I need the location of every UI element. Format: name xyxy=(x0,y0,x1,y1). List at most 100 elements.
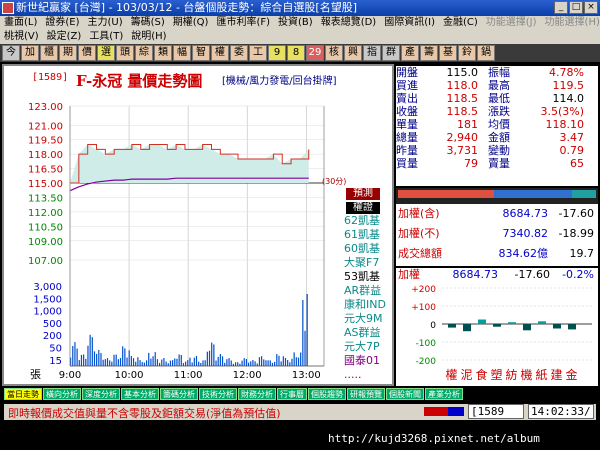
broker-item[interactable]: 元大7P xyxy=(344,340,396,354)
menu-item[interactable]: 匯市利率(F) xyxy=(212,16,274,30)
toolbar-button[interactable]: 選 xyxy=(97,45,115,61)
price-volume-chart[interactable]: 9:00 10:00 11:00 12:00 13:00 123.00 121.00 119.… xyxy=(4,66,392,384)
volume-bar xyxy=(213,344,215,366)
sector-label: 紙 xyxy=(535,368,548,382)
ask-depth-segment xyxy=(494,190,572,198)
analysis-tab[interactable]: 個股趨勢 xyxy=(308,388,346,400)
menu-item[interactable]: 金融(C) xyxy=(439,16,482,30)
toolbar-button[interactable]: 權 xyxy=(211,45,229,61)
broker-item[interactable]: AR群益 xyxy=(344,284,396,298)
toolbar-button[interactable]: 群 xyxy=(382,45,400,61)
volume-bar xyxy=(145,360,148,366)
toolbar-button[interactable]: 綜 xyxy=(135,45,153,61)
toolbar-button[interactable]: 今 xyxy=(2,45,20,61)
broker-item[interactable]: 元大9M xyxy=(344,312,396,326)
toolbar-button[interactable]: 類 xyxy=(154,45,172,61)
toolbar-button[interactable]: 頭 xyxy=(116,45,134,61)
sector-head-value: 8684.73 xyxy=(452,268,499,281)
broker-list: 預測 權證 62凱基 61凱基 60凱基 大聚F7 53凱基 AR群益 康和IND 元大9M A… xyxy=(344,186,396,382)
menu-item[interactable]: 國際資訊(I) xyxy=(380,16,439,30)
analysis-tab[interactable]: 當日走勢 xyxy=(4,388,42,400)
toolbar-button[interactable]: 委 xyxy=(230,45,248,61)
menu-item[interactable]: 期權(Q) xyxy=(169,16,213,30)
quote-value: 118.10 xyxy=(545,118,585,131)
broker-item[interactable]: 大聚F7 xyxy=(344,256,396,270)
x-tick-label: 13:00 xyxy=(292,370,321,381)
menu-item[interactable]: 設定(Z) xyxy=(43,30,86,44)
toolbar-button[interactable]: 智 xyxy=(192,45,210,61)
toolbar-button[interactable]: 興 xyxy=(344,45,362,61)
toolbar-button[interactable]: 期 xyxy=(59,45,77,61)
stock-code-input[interactable]: [1589 xyxy=(468,404,524,419)
analysis-tab[interactable]: 財務分析 xyxy=(238,388,276,400)
toolbar-button[interactable]: 加 xyxy=(21,45,39,61)
broker-item[interactable]: AS群益 xyxy=(344,326,396,340)
toolbar-button[interactable]: 籌 xyxy=(420,45,438,61)
toolbar-button[interactable]: 指 xyxy=(363,45,381,61)
menu-item[interactable]: 主力(U) xyxy=(84,16,127,30)
broker-item[interactable]: 國泰01 xyxy=(344,354,396,368)
menu-item[interactable]: 報表總覽(D) xyxy=(317,16,381,30)
app-window: 新世紀贏家 [台灣] - 103/03/12 - 台盤個股走勢：綜合自選股[名望… xyxy=(0,0,600,450)
volume-bar xyxy=(130,356,132,366)
broker-item[interactable]: 康和IND xyxy=(344,298,396,312)
volume-bar xyxy=(135,361,137,366)
warrant-button[interactable]: 權證 xyxy=(346,202,380,214)
menu-item[interactable]: 工具(T) xyxy=(85,30,127,44)
sector-bar xyxy=(523,324,531,331)
volume-bar xyxy=(193,357,195,366)
menu-item[interactable]: 畫面(L) xyxy=(0,16,41,30)
toolbar-button[interactable]: 鍋 xyxy=(477,45,495,61)
quote-label: 振幅 xyxy=(488,66,510,79)
analysis-tab[interactable]: 深度分析 xyxy=(82,388,120,400)
menu-item[interactable]: 籌碼(S) xyxy=(127,16,169,30)
quote-value: 65 xyxy=(570,157,584,170)
volume-bar xyxy=(198,361,200,366)
analysis-tab[interactable]: 研報預覽 xyxy=(347,388,385,400)
analysis-tab[interactable]: 籌碼分析 xyxy=(160,388,198,400)
toolbar-button[interactable]: 櫃 xyxy=(40,45,58,61)
broker-item[interactable]: 61凱基 xyxy=(344,228,396,242)
menu-item[interactable]: 桃視(V) xyxy=(0,30,43,44)
analysis-tab[interactable]: 行事曆 xyxy=(277,388,307,400)
toolbar-button[interactable]: 9 xyxy=(268,45,286,61)
volume-bar xyxy=(80,354,83,366)
toolbar-button[interactable]: 核 xyxy=(325,45,343,61)
broker-item[interactable]: 53凱基 xyxy=(344,270,396,284)
maximize-button[interactable]: □ xyxy=(569,1,583,14)
volume-bar xyxy=(284,358,287,366)
minimize-button[interactable]: _ xyxy=(554,1,568,14)
broker-item[interactable]: 60凱基 xyxy=(344,242,396,256)
close-button[interactable]: × xyxy=(584,1,598,14)
volume-bar xyxy=(132,358,135,366)
analysis-tab[interactable]: 基本分析 xyxy=(121,388,159,400)
broker-item[interactable]: 62凱基 xyxy=(344,214,396,228)
forecast-button[interactable]: 預測 xyxy=(346,188,380,200)
volume-bar xyxy=(245,358,248,366)
toolbar-button[interactable]: 幅 xyxy=(173,45,191,61)
quote-row: 單量 181 均價 118.10 xyxy=(396,118,598,131)
menu-item[interactable]: 投資(B) xyxy=(274,16,317,30)
toolbar-button[interactable]: 產 xyxy=(401,45,419,61)
toolbar-button[interactable]: 8 xyxy=(287,45,305,61)
menu-item[interactable]: 功能選擇(H) xyxy=(541,16,600,30)
sector-label: 紡 xyxy=(505,368,518,382)
broker-item[interactable]: ..... xyxy=(344,368,396,382)
toolbar-button[interactable]: 鈴 xyxy=(458,45,476,61)
volume-bar xyxy=(234,362,237,366)
volume-bar xyxy=(102,359,104,366)
toolbar-button[interactable]: 價 xyxy=(78,45,96,61)
quote-label: 昨量 xyxy=(396,144,418,157)
toolbar-button[interactable]: 29 xyxy=(306,45,324,61)
toolbar-button[interactable]: 基 xyxy=(439,45,457,61)
volume-bar xyxy=(200,363,202,366)
analysis-tab[interactable]: 技術分析 xyxy=(199,388,237,400)
volume-bar xyxy=(119,358,122,366)
toolbar-button[interactable]: 工 xyxy=(249,45,267,61)
analysis-tab[interactable]: 產業分析 xyxy=(425,388,463,400)
analysis-tab[interactable]: 橫向分析 xyxy=(43,388,81,400)
menu-item[interactable]: 功能選擇(J) xyxy=(482,16,541,30)
menu-item[interactable]: 說明(H) xyxy=(127,30,170,44)
menu-item[interactable]: 證券(E) xyxy=(41,16,83,30)
analysis-tab[interactable]: 個股新聞 xyxy=(386,388,424,400)
